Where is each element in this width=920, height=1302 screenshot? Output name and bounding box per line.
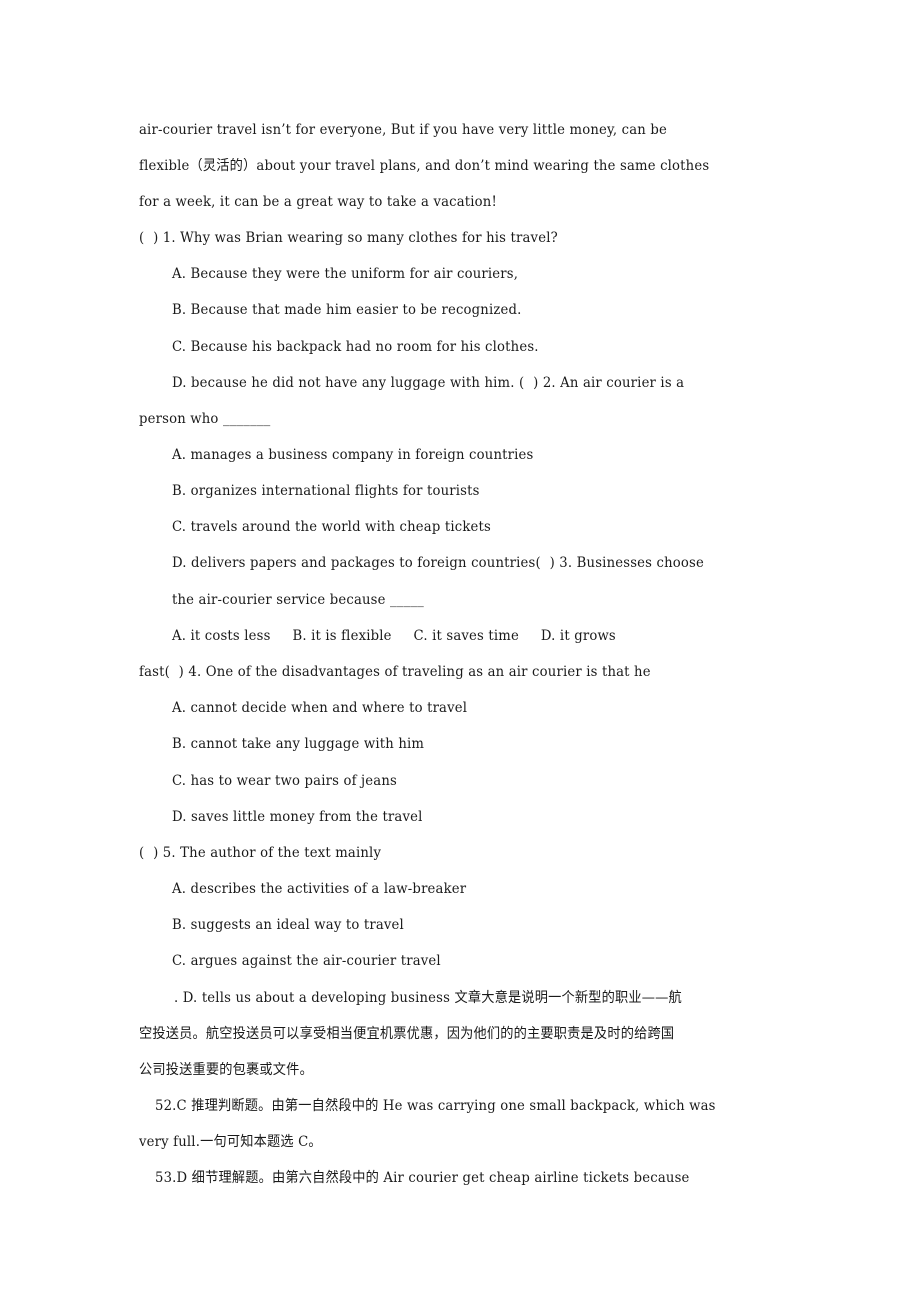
question-4-option-a: A. cannot decide when and where to trave… (172, 700, 468, 716)
question-2-option-b: B. organizes international flights for t… (172, 483, 480, 499)
question-4-option-b: B. cannot take any luggage with him (172, 736, 425, 752)
question-5-option-c: C. argues against the air-courier travel (172, 953, 441, 969)
question-5-option-d: . D. tells us about a developing busines… (174, 990, 682, 1006)
question-1-option-a: A. Because they were the uniform for air… (172, 266, 519, 282)
question-3-options: A. it costs less B. it is flexible C. it… (172, 628, 616, 644)
question-2-stem: person who _______ (139, 411, 271, 427)
question-5-option-b: B. suggests an ideal way to travel (172, 917, 404, 933)
question-1-option-d: D. because he did not have any luggage w… (172, 375, 685, 391)
question-1-option-c: C. Because his backpack had no room for … (172, 339, 539, 355)
question-3-stem: the air-courier service because _____ (172, 592, 424, 608)
question-2-option-d: D. delivers papers and packages to forei… (172, 555, 704, 571)
question-1-option-b: B. Because that made him easier to be re… (172, 302, 522, 318)
question-1-stem: ( ) 1. Why was Brian wearing so many clo… (139, 230, 558, 246)
question-4-stem: fast( ) 4. One of the disadvantages of t… (139, 664, 651, 680)
question-2-option-a: A. manages a business company in foreign… (172, 447, 534, 463)
question-2-option-c: C. travels around the world with cheap t… (172, 519, 491, 535)
answer-52: 52.C 推理判断题。由第一自然段中的 He was carrying one … (155, 1098, 716, 1114)
passage-line-2: flexible（灵活的）about your travel plans, an… (139, 158, 710, 174)
answer-53: 53.D 细节理解题。由第六自然段中的 Air courier get chea… (155, 1170, 690, 1186)
analysis-line-1: 空投送员。航空投送员可以享受相当便宜机票优惠，因为他们的的主要职责是及时的给跨国 (139, 1026, 675, 1042)
question-4-option-c: C. has to wear two pairs of jeans (172, 773, 397, 789)
question-4-option-d: D. saves little money from the travel (172, 809, 423, 825)
analysis-line-2: 公司投送重要的包裹或文件。 (139, 1062, 313, 1078)
passage-line-1: air-courier travel isn’t for everyone, B… (139, 122, 667, 138)
question-5-stem: ( ) 5. The author of the text mainly (139, 845, 382, 861)
question-5-option-a: A. describes the activities of a law-bre… (172, 881, 467, 897)
answer-52-cont: very full.一句可知本题选 C。 (139, 1134, 322, 1150)
passage-line-3: for a week, it can be a great way to tak… (139, 194, 497, 210)
